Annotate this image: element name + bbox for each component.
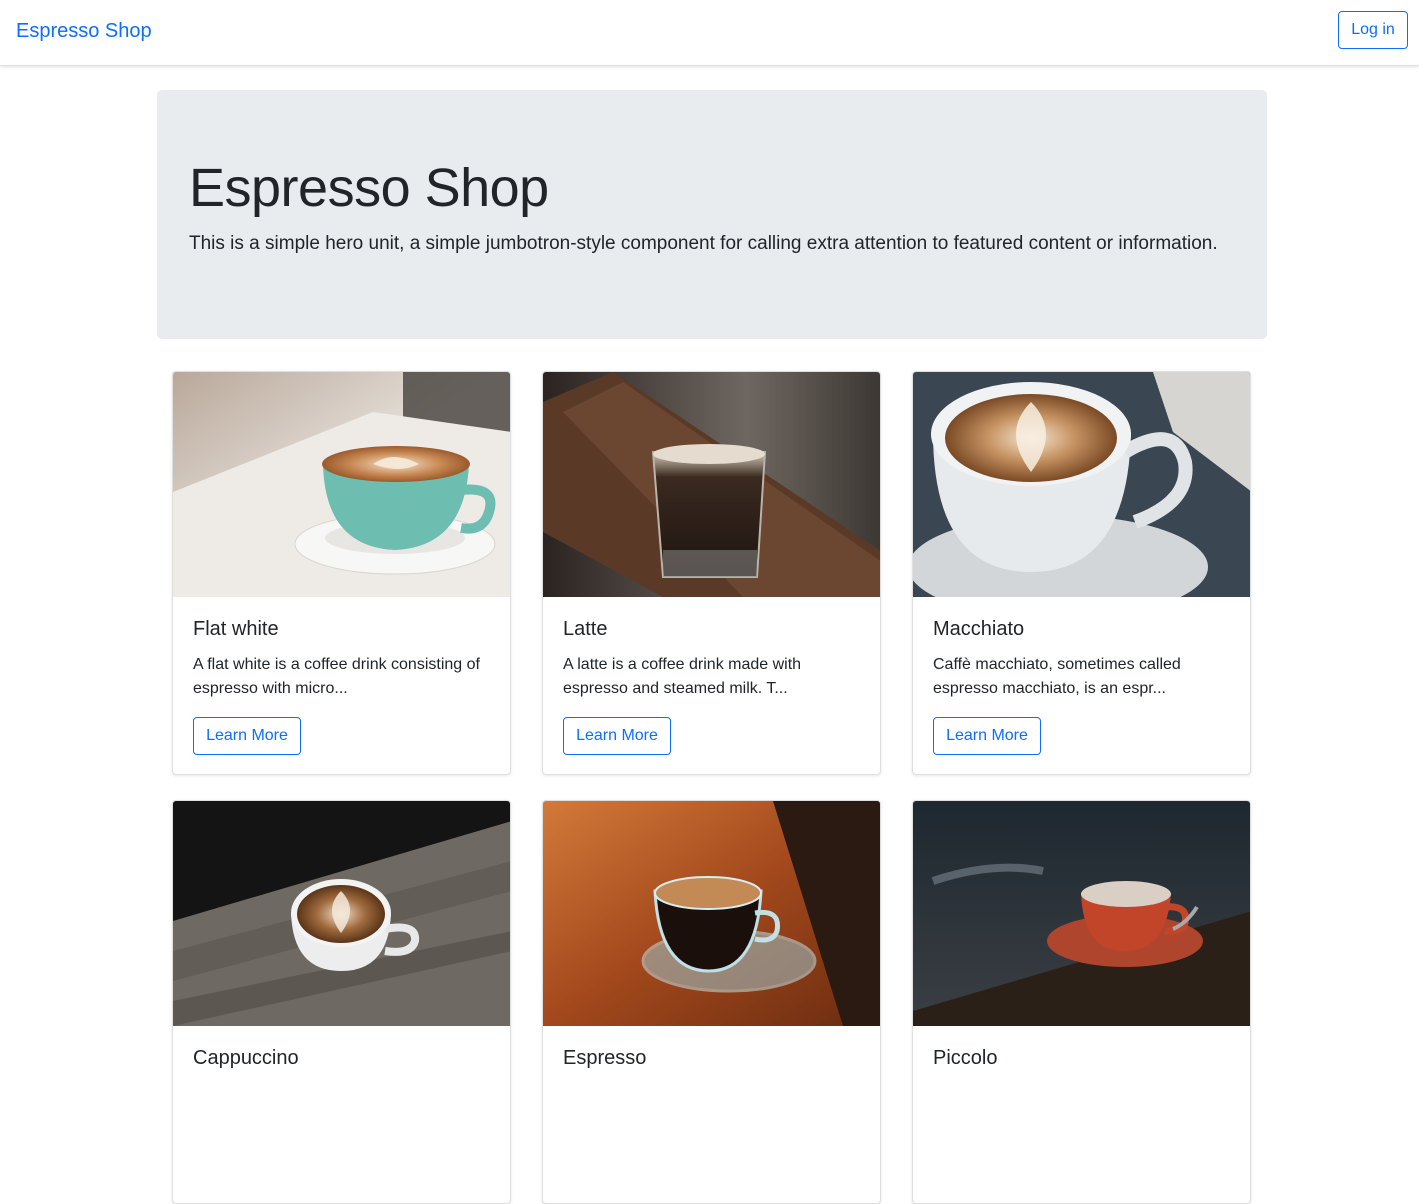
product-card-flat-white: Flat white A flat white is a coffee drin…	[172, 371, 511, 775]
card-title: Macchiato	[933, 618, 1025, 640]
product-card-espresso: Espresso	[542, 800, 881, 1204]
card-text: A latte is a coffee drink made with espr…	[563, 656, 802, 697]
product-card-latte: Latte A latte is a coffee drink made wit…	[542, 371, 881, 775]
product-card-macchiato: Macchiato Caffè macchiato, sometimes cal…	[912, 371, 1251, 775]
login-button[interactable]: Log in	[1338, 11, 1408, 49]
hero-lead: This is a simple hero unit, a simple jum…	[189, 233, 1218, 254]
card-image	[173, 801, 510, 1026]
card-image	[913, 801, 1250, 1026]
learn-more-button[interactable]: Learn More	[563, 717, 671, 755]
card-title: Espresso	[563, 1047, 647, 1069]
card-title: Piccolo	[933, 1047, 998, 1069]
brand-link[interactable]: Espresso Shop	[16, 17, 152, 45]
card-title: Flat white	[193, 618, 279, 640]
top-navbar: Espresso Shop Log in	[0, 0, 1419, 66]
learn-more-button[interactable]: Learn More	[193, 717, 301, 755]
card-title: Cappuccino	[193, 1047, 299, 1069]
card-image	[173, 372, 510, 597]
hero-jumbotron: Espresso Shop This is a simple hero unit…	[157, 90, 1267, 339]
card-text: Caffè macchiato, sometimes called espres…	[933, 656, 1181, 697]
product-card-cappuccino: Cappuccino	[172, 800, 511, 1204]
card-image	[913, 372, 1250, 597]
product-card-piccolo: Piccolo	[912, 800, 1251, 1204]
hero-title: Espresso Shop	[189, 158, 549, 218]
card-title: Latte	[563, 618, 608, 640]
card-image	[543, 372, 880, 597]
card-image	[543, 801, 880, 1026]
learn-more-button[interactable]: Learn More	[933, 717, 1041, 755]
card-text: A flat white is a coffee drink consistin…	[193, 656, 480, 697]
